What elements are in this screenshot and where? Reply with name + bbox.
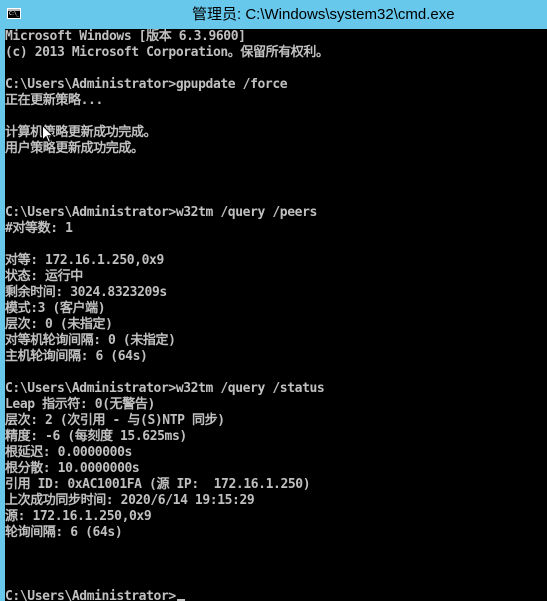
output-line: 主机轮询间隔: 6 (64s)	[5, 349, 148, 364]
output-line: 轮询间隔: 6 (64s)	[5, 525, 123, 540]
output-line: 引用 ID: 0xAC1001FA (源 IP: 172.16.1.250)	[5, 477, 311, 492]
output-line: 用户策略更新成功完成。	[5, 141, 144, 156]
command-prompt-line: C:\Users\Administrator>	[5, 589, 547, 601]
output-line: 层次: 0 (未指定)	[5, 317, 113, 332]
output-line: 计算机策略更新成功完成。	[5, 125, 157, 140]
console-output[interactable]: Microsoft Windows [版本 6.3.9600] (c) 2013 …	[5, 29, 547, 601]
output-line: 源: 172.16.1.250,0x9	[5, 509, 152, 524]
output-line: 根分散: 10.0000000s	[5, 461, 140, 476]
output-line: 根延迟: 0.0000000s	[5, 445, 132, 460]
output-line: 剩余时间: 3024.8323209s	[5, 285, 167, 300]
title-bar[interactable]: C:\_ 管理员: C:\Windows\system32\cmd.exe	[0, 0, 547, 29]
output-line: Leap 指示符: 0(无警告)	[5, 397, 155, 412]
prompt-text: C:\Users\Administrator>	[5, 589, 176, 601]
output-line: #对等数: 1	[5, 221, 73, 236]
cmd-icon[interactable]: C:\_	[7, 8, 21, 19]
output-line: 正在更新策略...	[5, 93, 103, 108]
output-line: (c) 2013 Microsoft Corporation。保留所有权利。	[5, 45, 329, 60]
output-line: 对等机轮询间隔: 0 (未指定)	[5, 333, 176, 348]
window-title: 管理员: C:\Windows\system32\cmd.exe	[192, 6, 455, 23]
command-prompt-line: C:\Users\Administrator>w32tm /query /sta…	[5, 381, 325, 396]
output-line: 状态: 运行中	[5, 269, 83, 284]
output-line: 层次: 2 (次引用 - 与(S)NTP 同步)	[5, 413, 225, 428]
output-line: 模式:3 (客户端)	[5, 301, 106, 316]
output-line: 上次成功同步时间: 2020/6/14 19:15:29	[5, 493, 255, 508]
mouse-pointer-icon	[42, 125, 54, 144]
output-line: 对等: 172.16.1.250,0x9	[5, 253, 164, 268]
command-prompt-line: C:\Users\Administrator>w32tm /query /pee…	[5, 205, 317, 220]
output-line: Microsoft Windows [版本 6.3.9600]	[5, 29, 246, 44]
command-prompt-line: C:\Users\Administrator>gpupdate /force	[5, 77, 288, 92]
output-line: 精度: -6 (每刻度 15.625ms)	[5, 429, 187, 444]
